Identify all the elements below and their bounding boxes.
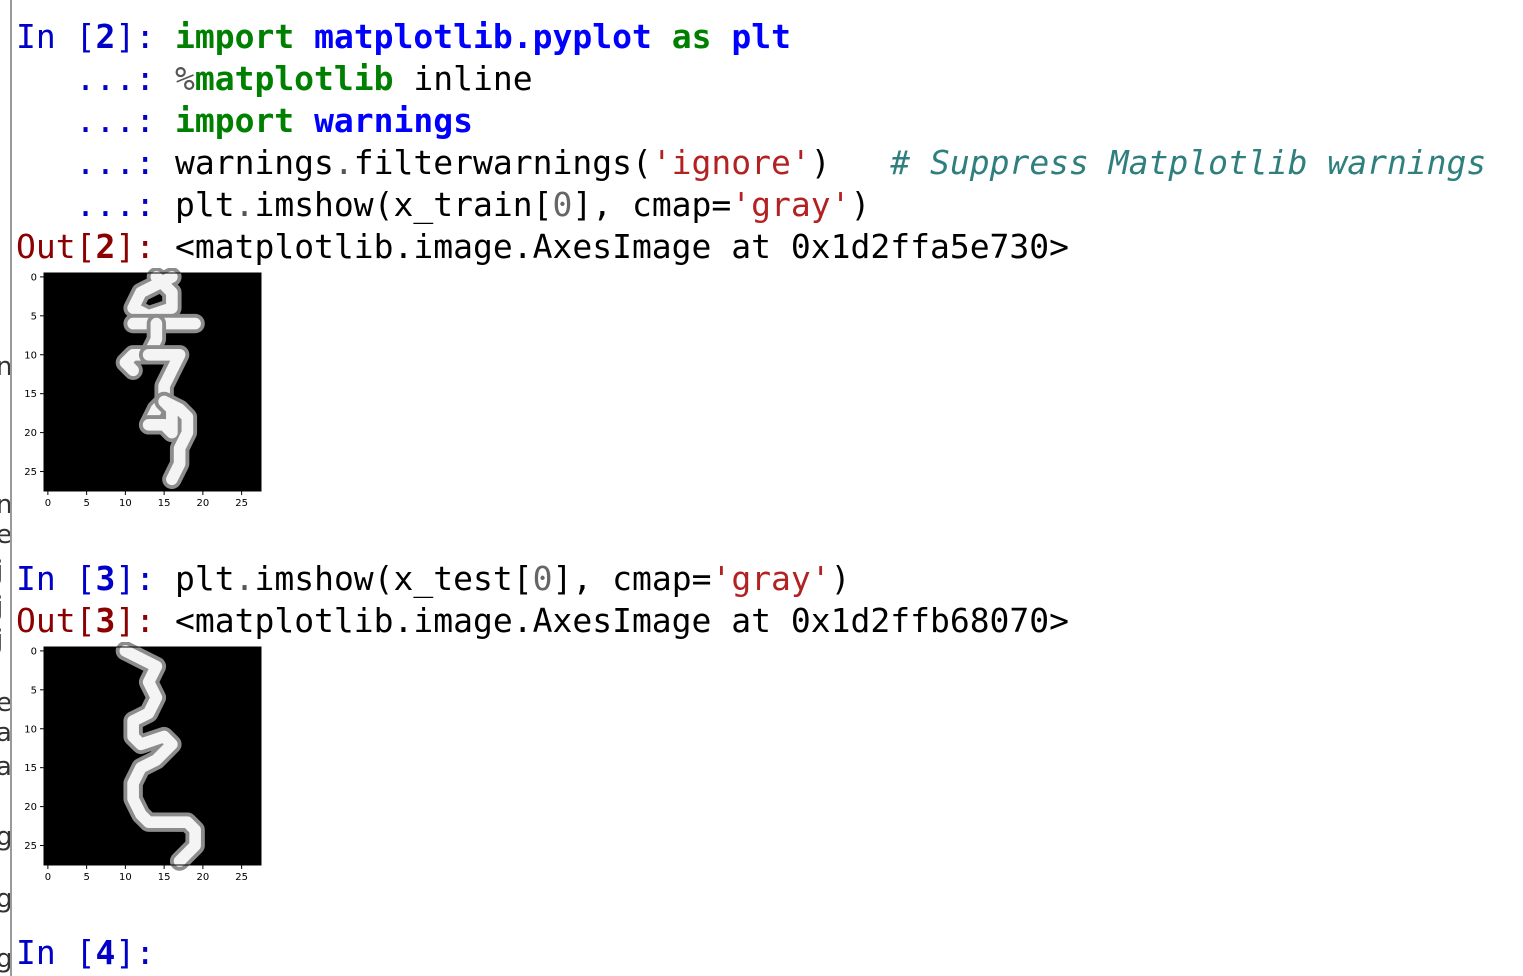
y-tick-label: 5 — [31, 311, 37, 322]
y-tick-label: 25 — [24, 467, 37, 478]
digit-image-plot: 0 5 10 15 20 25 0 5 10 15 20 25 — [24, 641, 262, 883]
input-prompt: In [2]: — [16, 17, 156, 56]
y-tick-label: 0 — [31, 646, 37, 657]
x-tick-label: 0 — [45, 872, 51, 883]
output-text: <matplotlib.image.AxesImage at 0x1d2ffb6… — [174, 601, 1070, 640]
y-tick-label: 20 — [24, 428, 37, 439]
continuation-prompt: ...: — [75, 185, 156, 224]
cell-2-output-line: Out[2]: <matplotlib.image.AxesImage at 0… — [16, 226, 1069, 268]
y-tick-label: 15 — [24, 763, 37, 774]
x-tick-label: 25 — [235, 498, 248, 509]
x-tick-label: 20 — [197, 498, 210, 509]
y-tick-label: 10 — [24, 724, 37, 735]
continuation-prompt: ...: — [75, 101, 156, 140]
cell-3-output-line: Out[3]: <matplotlib.image.AxesImage at 0… — [16, 600, 1069, 642]
cell-4-input-line-1[interactable]: In [4]: — [16, 932, 155, 974]
output-prompt: Out[3]: — [16, 601, 156, 640]
x-tick-label: 5 — [83, 498, 89, 509]
code-comment: # Suppress Matplotlib warnings — [890, 143, 1487, 182]
y-tick-label: 0 — [31, 272, 37, 283]
cell-2-input-line-2[interactable]: ...: %matplotlib inline — [16, 58, 533, 100]
y-tick-label: 25 — [24, 841, 37, 852]
plot-x-test-0: 0 5 10 15 20 25 0 5 10 15 20 25 — [20, 641, 280, 891]
y-tick-label: 20 — [24, 802, 37, 813]
plot-x-train-0: 0 5 10 15 20 25 0 5 10 15 20 25 — [20, 267, 280, 517]
input-prompt: In [4]: — [16, 933, 156, 972]
y-tick-label: 5 — [31, 685, 37, 696]
continuation-prompt: ...: — [75, 59, 156, 98]
digit-image-plot: 0 5 10 15 20 25 0 5 10 15 20 25 — [24, 267, 262, 509]
x-tick-label: 15 — [158, 498, 171, 509]
x-tick-label: 10 — [119, 498, 132, 509]
cell-3-input-line-1[interactable]: In [3]: plt.imshow(x_test[0], cmap='gray… — [16, 558, 851, 600]
output-text: <matplotlib.image.AxesImage at 0x1d2ffa5… — [174, 227, 1070, 266]
y-tick-label: 10 — [24, 350, 37, 361]
x-tick-label: 15 — [158, 872, 171, 883]
output-prompt: Out[2]: — [16, 227, 156, 266]
input-prompt: In [3]: — [16, 559, 156, 598]
x-tick-label: 0 — [45, 498, 51, 509]
x-tick-label: 10 — [119, 872, 132, 883]
cell-2-input-line-4[interactable]: ...: warnings.filterwarnings('ignore') #… — [16, 142, 1487, 184]
cell-2-input-line-3[interactable]: ...: import warnings — [16, 100, 473, 142]
x-tick-label: 20 — [197, 872, 210, 883]
x-tick-label: 25 — [235, 872, 248, 883]
cell-2-input-line-1[interactable]: In [2]: import matplotlib.pyplot as plt — [16, 16, 791, 58]
x-tick-label: 5 — [83, 872, 89, 883]
y-tick-label: 15 — [24, 389, 37, 400]
cell-2-input-line-5[interactable]: ...: plt.imshow(x_train[0], cmap='gray') — [16, 184, 871, 226]
left-window-edge: n n e j j j e a a g g g — [0, 0, 12, 976]
continuation-prompt: ...: — [75, 143, 156, 182]
